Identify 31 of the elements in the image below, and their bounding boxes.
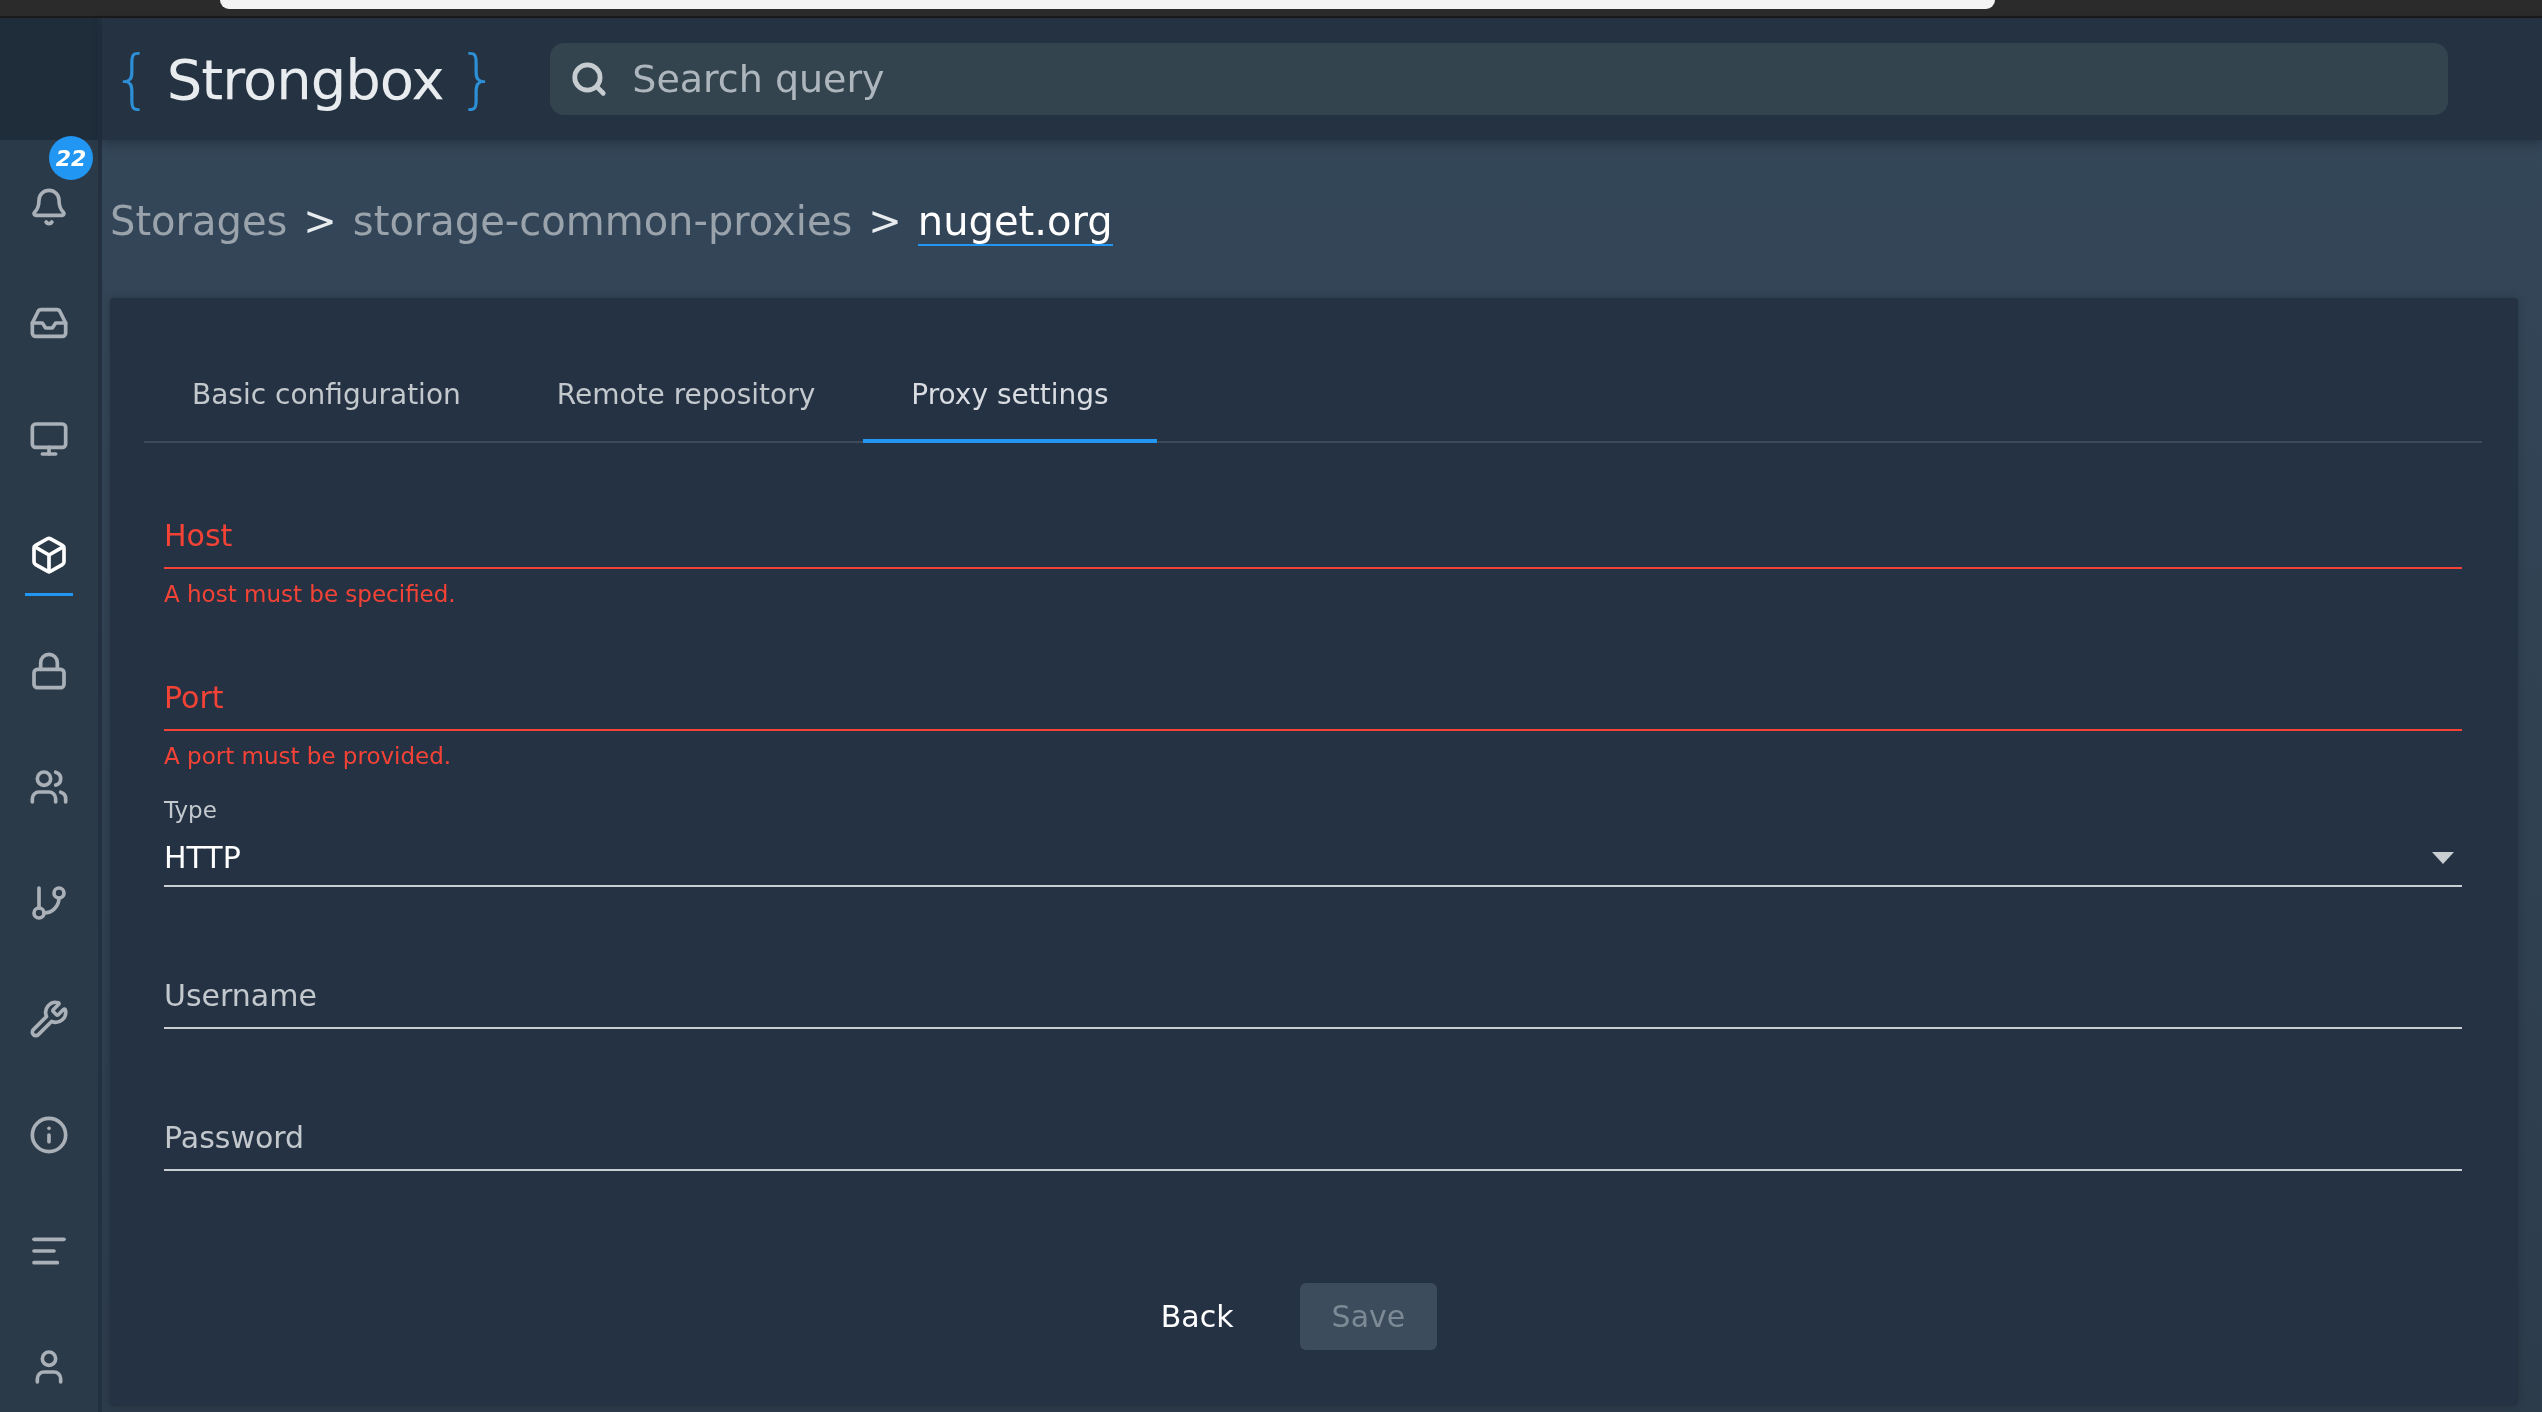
- notification-badge: 22: [49, 136, 93, 180]
- select-value: HTTP: [164, 840, 241, 875]
- wrench-icon: [29, 998, 69, 1039]
- back-button[interactable]: Back: [1128, 1283, 1266, 1350]
- lock-icon: [29, 650, 69, 691]
- cube-icon: [29, 534, 69, 575]
- logo-brace: }: [457, 42, 499, 116]
- logo-brace: {: [112, 42, 153, 116]
- error-message: A port must be provided.: [164, 743, 453, 769]
- breadcrumb-separator: >: [303, 198, 337, 244]
- input-field[interactable]: Host: [164, 473, 2462, 569]
- field-label: Type: [164, 797, 218, 823]
- input-field[interactable]: Port: [164, 635, 2462, 731]
- input-field[interactable]: Password: [164, 1075, 2462, 1171]
- logo-name: Strongbox: [166, 46, 444, 112]
- tab[interactable]: Basic configuration: [144, 348, 509, 443]
- search-field[interactable]: Search query: [550, 43, 2448, 115]
- input-field[interactable]: Username: [164, 933, 2462, 1029]
- breadcrumb-separator: >: [868, 198, 902, 244]
- info-icon: [29, 1114, 69, 1155]
- tab[interactable]: Remote repository: [508, 348, 864, 443]
- dropdown-caret-icon: [2432, 851, 2454, 864]
- tab[interactable]: Proxy settings: [863, 348, 1157, 443]
- breadcrumb-link[interactable]: Storages: [110, 198, 288, 246]
- search-input[interactable]: Search query: [630, 56, 2428, 102]
- bell-icon: [29, 186, 69, 227]
- search-icon: [570, 60, 609, 98]
- error-message: A host must be specified.: [164, 581, 457, 607]
- breadcrumb-link[interactable]: storage-common-proxies: [352, 198, 853, 246]
- select-field[interactable]: HTTP: [164, 829, 2462, 887]
- breadcrumb-link[interactable]: nuget.org: [917, 198, 1113, 246]
